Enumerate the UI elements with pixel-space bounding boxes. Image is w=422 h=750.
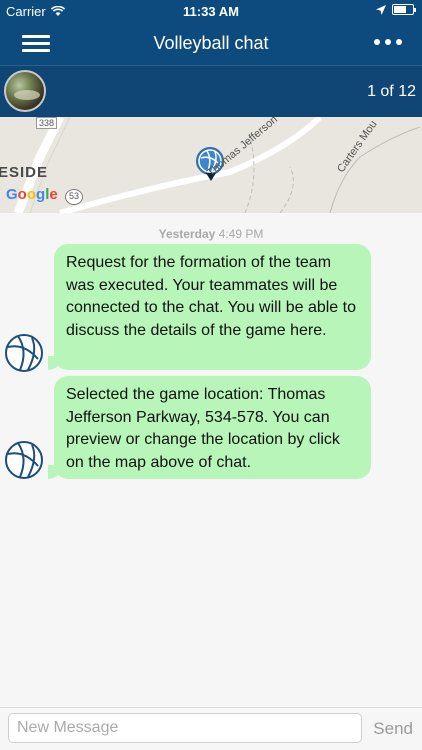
chat-message: Selected the game location: Thomas Jeffe… xyxy=(48,376,371,479)
bubble-tail xyxy=(48,465,62,479)
date-time: 4:49 PM xyxy=(218,227,264,241)
nav-bar: Volleyball chat xyxy=(0,22,422,65)
message-composer: Send xyxy=(0,707,422,750)
volleyball-avatar-icon xyxy=(5,441,43,479)
status-time: 11:33 AM xyxy=(183,4,239,19)
route-53-badge: 53 xyxy=(65,189,83,205)
page-title: Volleyball chat xyxy=(153,33,269,53)
status-bar: Carrier 11:33 AM xyxy=(0,0,422,22)
google-logo: Google xyxy=(6,186,58,203)
team-info-bar: 1 of 12 xyxy=(0,65,422,117)
message-text: Selected the game location: Thomas Jeffe… xyxy=(66,386,340,471)
route-338-badge: 338 xyxy=(36,117,58,129)
send-button[interactable]: Send xyxy=(373,719,413,739)
location-arrow-icon xyxy=(376,4,386,15)
chat-message: Request for the formation of the team wa… xyxy=(48,244,371,370)
screen: Carrier 11:33 AM Volleyball chat 1 of 12 xyxy=(0,0,422,750)
bubble-tail xyxy=(48,356,62,370)
message-text: Request for the formation of the team wa… xyxy=(66,254,356,339)
more-dots-icon[interactable] xyxy=(374,39,402,45)
member-counter[interactable]: 1 of 12 xyxy=(367,83,416,101)
map-area-label: ESIDE xyxy=(0,164,49,181)
team-avatar[interactable] xyxy=(4,70,46,112)
message-date: Yesterday 4:49 PM xyxy=(0,227,422,241)
new-message-input[interactable] xyxy=(8,713,362,743)
date-label: Yesterday xyxy=(158,227,216,241)
volleyball-avatar-icon xyxy=(5,334,43,372)
status-right xyxy=(376,4,416,15)
battery-icon xyxy=(392,4,416,15)
